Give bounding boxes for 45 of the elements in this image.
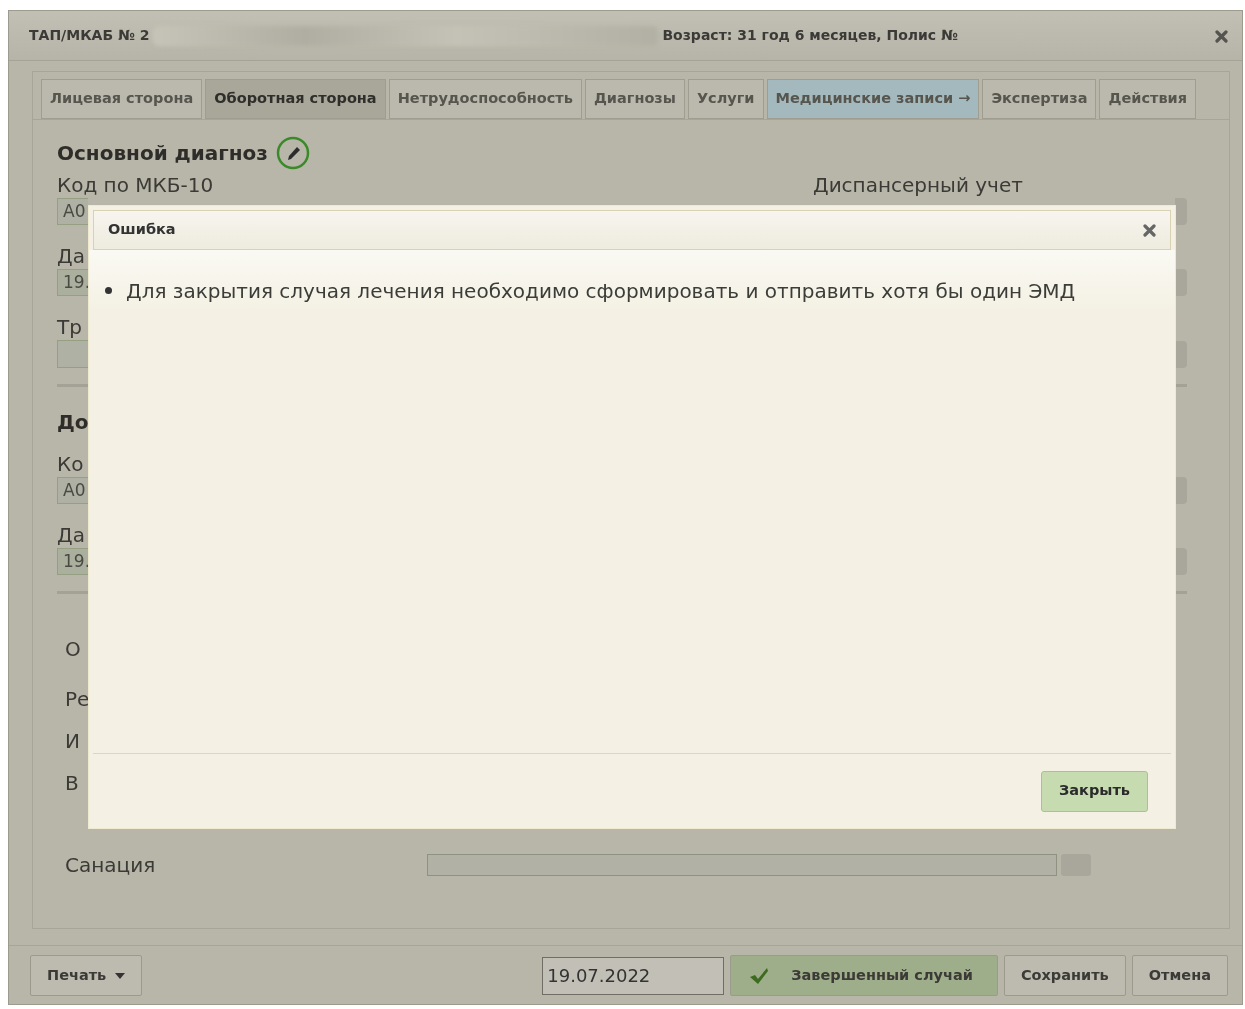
- field-label: Да: [57, 243, 85, 269]
- field-label: О: [64, 636, 81, 662]
- pencil-icon[interactable]: [275, 136, 310, 170]
- completed-case-button[interactable]: Завершенный случай: [730, 955, 998, 996]
- field-label: Диспансерный учет: [813, 172, 1023, 198]
- tab[interactable]: Нетрудоспособность: [388, 79, 582, 119]
- dialog-title: Ошибка: [108, 220, 176, 240]
- tab[interactable]: Оборотная сторона: [205, 79, 386, 119]
- field-label: Тр: [57, 314, 82, 340]
- print-button[interactable]: Печать: [30, 955, 143, 996]
- field-label: Код по МКБ-10: [57, 172, 215, 198]
- save-button[interactable]: Сохранить: [1003, 955, 1126, 996]
- patient-info: Возраст: 31 год 6 месяцев, Полис №: [662, 26, 958, 45]
- bullet-icon: [105, 287, 112, 294]
- field-label: В: [64, 770, 79, 796]
- caret-icon: [115, 972, 126, 979]
- input-field[interactable]: 19.: [57, 548, 88, 575]
- tab[interactable]: Медицинские записи →: [766, 79, 980, 119]
- tab[interactable]: Действия: [1099, 79, 1197, 119]
- error-message: Для закрытия случая лечения необходимо сформировать и отправить хотя бы один ЭМД: [126, 278, 1076, 305]
- close-button[interactable]: [1143, 221, 1156, 239]
- check-icon: [749, 966, 770, 985]
- tab[interactable]: Экспертиза: [982, 79, 1097, 119]
- window-title: ТАП/МКАБ № 2: [29, 26, 150, 45]
- cancel-button[interactable]: Отмена: [1131, 955, 1228, 996]
- tab[interactable]: Диагнозы: [584, 79, 685, 119]
- input-field[interactable]: [427, 854, 1057, 876]
- input-field[interactable]: [57, 340, 88, 368]
- field-label: Санация: [64, 852, 156, 878]
- field-label: Ре: [64, 686, 90, 712]
- tab[interactable]: Услуги: [687, 79, 764, 119]
- close-icon: [1215, 29, 1228, 43]
- section-heading: До: [57, 409, 89, 436]
- date-field[interactable]: 19.07.2022: [542, 956, 725, 995]
- field-label: Да: [57, 522, 85, 548]
- input-field[interactable]: A0: [57, 477, 88, 504]
- tab[interactable]: Лицевая сторона: [41, 79, 203, 119]
- input-field[interactable]: 19.: [57, 269, 88, 296]
- close-button[interactable]: [1215, 27, 1228, 44]
- field-label: Ко: [57, 451, 84, 477]
- close-icon: [1143, 224, 1156, 237]
- input-field[interactable]: A0: [57, 198, 88, 225]
- section-heading: Основной диагноз: [57, 140, 268, 167]
- close-dialog-button[interactable]: Закрыть: [1041, 770, 1148, 812]
- field-label: И: [64, 728, 80, 754]
